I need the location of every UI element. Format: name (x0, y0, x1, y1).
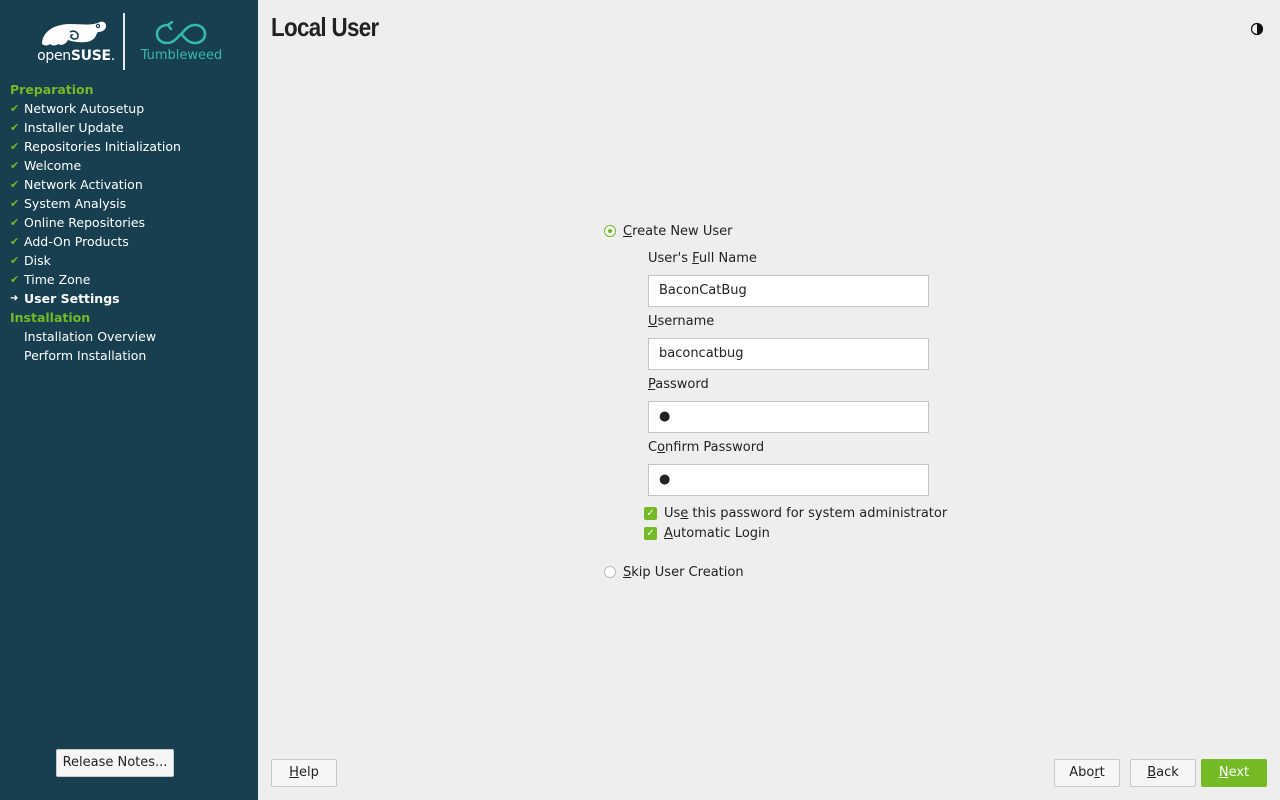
step-label: Disk (24, 253, 51, 268)
step-repositories-initialization: ✔ Repositories Initialization (0, 137, 258, 156)
step-user-settings: ➜ User Settings (0, 289, 258, 308)
checkmark-icon: ✔ (10, 273, 20, 286)
step-group-installation: Installation (10, 310, 91, 325)
step-label: System Analysis (24, 196, 127, 211)
username-field[interactable]: baconcatbug (648, 338, 929, 370)
logo-area: openSUSE. Tumbleweed (0, 0, 258, 80)
automatic-login-checkbox[interactable]: ✓ (644, 527, 657, 540)
release-notes-button[interactable]: Release Notes... (56, 749, 174, 777)
skip-user-radio[interactable] (604, 566, 616, 578)
full-name-label: User's Full Name (648, 251, 757, 266)
step-label: Add-On Products (24, 234, 129, 249)
step-label: Welcome (24, 158, 82, 173)
step-label: Online Repositories (24, 215, 146, 230)
checkmark-icon: ✔ (10, 102, 20, 115)
step-label: Time Zone (24, 272, 91, 287)
checkmark-icon: ✔ (10, 216, 20, 229)
password-field[interactable]: ● (648, 401, 929, 433)
step-label: Network Activation (24, 177, 143, 192)
checkmark-icon: ✔ (10, 140, 20, 153)
checkmark-icon: ✔ (10, 235, 20, 248)
step-installer-update: ✔ Installer Update (0, 118, 258, 137)
password-label: Password (648, 377, 709, 392)
opensuse-wordmark: openSUSE. (37, 48, 115, 64)
step-label: User Settings (24, 291, 120, 306)
username-label: Username (648, 314, 715, 329)
confirm-password-label: Confirm Password (648, 440, 765, 455)
opensuse-logo: openSUSE. (36, 18, 116, 68)
checkmark-icon: ✔ (10, 197, 20, 210)
step-perform-installation: Perform Installation (0, 346, 258, 365)
checkmark-icon: ✔ (10, 254, 20, 267)
tumbleweed-logo: Tumbleweed (134, 18, 229, 68)
step-label: Perform Installation (24, 348, 147, 363)
infinity-icon (155, 21, 207, 45)
step-add-on-products: ✔ Add-On Products (0, 232, 258, 251)
installation-steps: Preparation ✔ Network Autosetup ✔ Installe… (0, 80, 258, 365)
admin-password-label: Use this password for system administrat… (664, 506, 948, 521)
help-button[interactable]: Help (271, 759, 337, 787)
full-name-field[interactable]: BaconCatBug (648, 275, 929, 307)
main-content: Local User Create New User User's Full N… (258, 0, 1280, 800)
step-label: Installation Overview (24, 329, 157, 344)
step-label: Installer Update (24, 120, 124, 135)
sidebar: openSUSE. Tumbleweed Preparation ✔ Networ… (0, 0, 258, 800)
step-label: Repositories Initialization (24, 139, 181, 154)
step-online-repositories: ✔ Online Repositories (0, 213, 258, 232)
checkmark-icon: ✔ (10, 121, 20, 134)
skip-user-label: Skip User Creation (623, 565, 744, 580)
step-label: Network Autosetup (24, 101, 145, 116)
abort-button[interactable]: Abort (1054, 759, 1120, 787)
step-welcome: ✔ Welcome (0, 156, 258, 175)
page-title: Local User (271, 12, 379, 42)
confirm-password-field[interactable]: ● (648, 464, 929, 496)
chameleon-icon (42, 21, 106, 46)
arrow-right-icon: ➜ (10, 293, 19, 304)
create-user-label: Create New User (623, 224, 733, 239)
product-name: Tumbleweed (140, 48, 223, 63)
logo-divider (123, 13, 125, 70)
create-user-radio[interactable] (604, 225, 616, 237)
back-button[interactable]: Back (1130, 759, 1196, 787)
step-disk: ✔ Disk (0, 251, 258, 270)
half-moon-icon[interactable] (1250, 22, 1264, 36)
step-time-zone: ✔ Time Zone (0, 270, 258, 289)
step-system-analysis: ✔ System Analysis (0, 194, 258, 213)
step-network-autosetup: ✔ Network Autosetup (0, 99, 258, 118)
next-button[interactable]: Next (1201, 759, 1267, 787)
checkmark-icon: ✔ (10, 178, 20, 191)
step-group-preparation: Preparation (10, 82, 94, 97)
admin-password-checkbox[interactable]: ✓ (644, 507, 657, 520)
automatic-login-label: Automatic Login (664, 526, 770, 541)
step-network-activation: ✔ Network Activation (0, 175, 258, 194)
step-installation-overview: Installation Overview (0, 327, 258, 346)
checkmark-icon: ✔ (10, 159, 20, 172)
